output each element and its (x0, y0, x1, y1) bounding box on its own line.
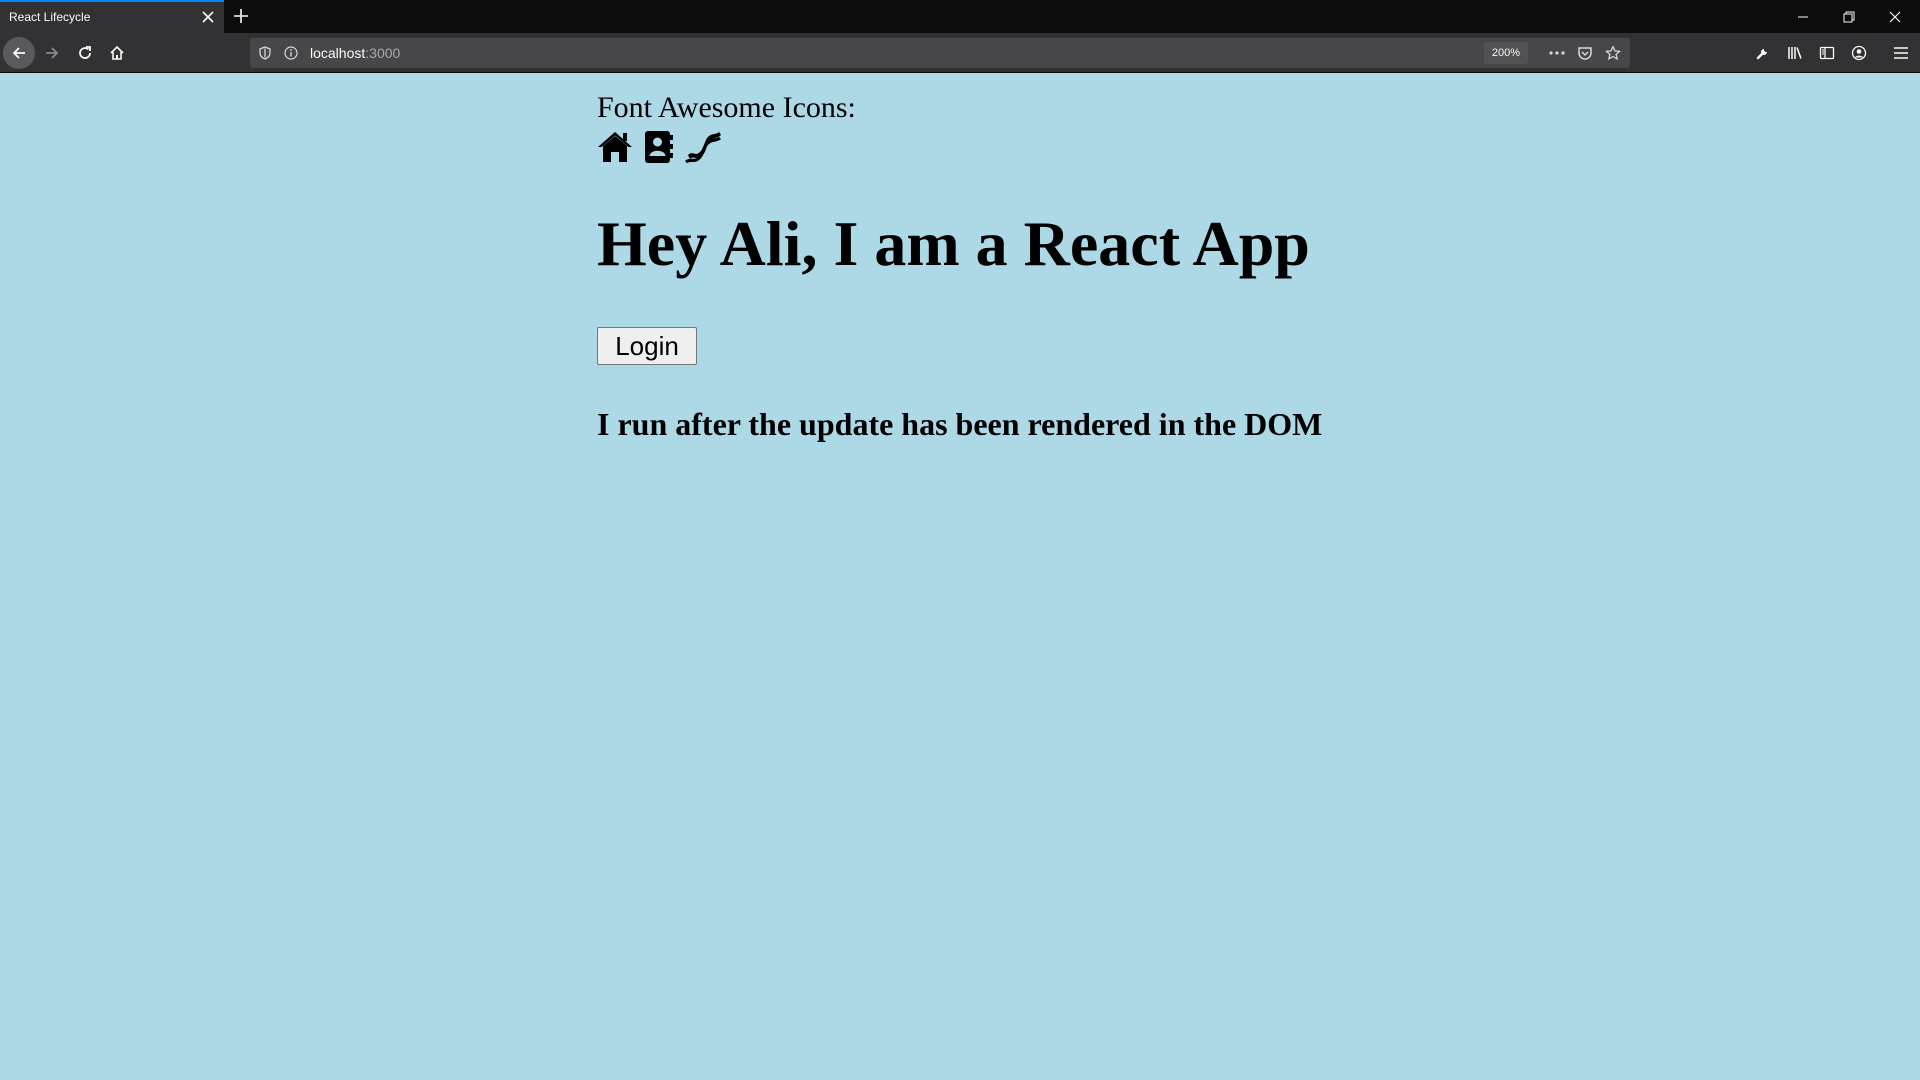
close-window-icon[interactable] (1872, 0, 1918, 33)
tab-title: React Lifecycle (9, 10, 91, 24)
forward-arrow-icon[interactable] (36, 37, 68, 69)
pocket-icon[interactable] (1572, 42, 1598, 64)
address-book-icon (641, 130, 677, 164)
site-info-icon[interactable] (283, 45, 299, 61)
minimize-icon[interactable] (1780, 0, 1826, 33)
hamburger-menu-icon[interactable] (1887, 39, 1915, 67)
page-headline: Hey Ali, I am a React App (597, 208, 1310, 279)
lifecycle-status-message: I run after the update has been rendered… (597, 406, 1323, 442)
home-icon[interactable] (101, 37, 133, 69)
library-icon[interactable] (1781, 39, 1809, 67)
tab-react-lifecycle[interactable]: React Lifecycle (0, 0, 224, 33)
sidebar-icon[interactable] (1813, 39, 1841, 67)
tab-strip: React Lifecycle (0, 0, 1920, 33)
navigation-bar: localhost:3000 200% (0, 33, 1920, 73)
bacon-icon (685, 130, 721, 164)
icons-label: Font Awesome Icons: (597, 91, 856, 124)
back-arrow-icon[interactable] (3, 37, 35, 69)
home-icon (597, 130, 633, 164)
login-button[interactable]: Login (597, 327, 697, 365)
developer-tools-icon[interactable] (1749, 39, 1777, 67)
new-tab-icon[interactable] (230, 5, 252, 27)
tab-close-icon[interactable] (198, 7, 218, 27)
url-bar[interactable]: localhost:3000 200% (250, 38, 1630, 68)
restore-icon[interactable] (1826, 0, 1872, 33)
font-awesome-icons-row (597, 130, 721, 164)
url-text[interactable]: localhost:3000 (310, 45, 400, 61)
tracking-shield-icon[interactable] (257, 45, 273, 61)
reload-icon[interactable] (69, 37, 101, 69)
account-icon[interactable] (1845, 39, 1873, 67)
more-actions-icon[interactable] (1544, 42, 1570, 64)
url-port: :3000 (365, 45, 401, 61)
bookmark-star-icon[interactable] (1600, 42, 1626, 64)
zoom-indicator[interactable]: 200% (1484, 42, 1528, 64)
url-host: localhost (310, 45, 366, 61)
